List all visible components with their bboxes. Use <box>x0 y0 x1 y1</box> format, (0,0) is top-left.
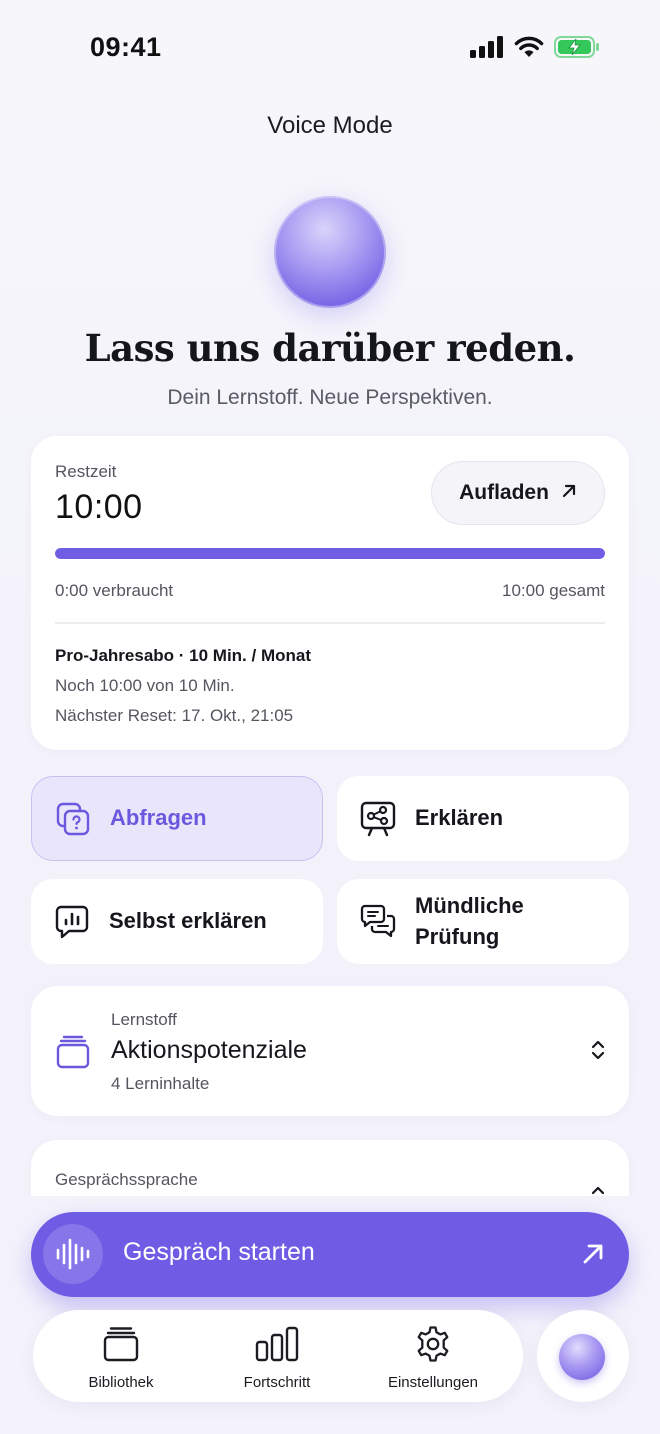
mode-label: Mündliche Prüfung <box>415 891 524 952</box>
tab-label: Bibliothek <box>88 1374 154 1391</box>
material-selector[interactable]: Lernstoff Aktionspotenziale 4 Lerninhalt… <box>31 986 629 1116</box>
material-title: Aktionspotenziale <box>111 1036 307 1064</box>
mode-label-line-2: Prüfung <box>415 923 500 949</box>
voice-orb[interactable] <box>274 196 386 308</box>
gear-icon <box>358 1324 508 1364</box>
progress-bars-icon <box>202 1324 352 1364</box>
total-text: 10:00 gesamt <box>501 581 605 600</box>
stack-icon <box>55 1034 91 1075</box>
presentation-board-icon <box>359 800 397 838</box>
time-progress-bar <box>55 548 605 559</box>
arrow-up-right-icon <box>561 481 577 505</box>
tab-bar: Bibliothek Fortschritt Einstellungen <box>33 1310 523 1402</box>
status-bar: 09:41 <box>0 0 660 96</box>
tab-fortschritt[interactable]: Fortschritt <box>202 1324 352 1391</box>
status-icons <box>470 36 600 63</box>
chevron-up-down-icon <box>589 1038 607 1067</box>
mode-button-erklaeren[interactable]: Erklären <box>337 776 629 861</box>
waveform-icon <box>43 1224 103 1284</box>
hero-headline: Lass uns darüber reden. <box>84 326 576 370</box>
mode-label: Erklären <box>415 805 504 831</box>
remaining-text: Noch 10:00 von 10 Min. <box>55 676 235 695</box>
topup-button[interactable]: Aufladen <box>431 461 605 525</box>
arrow-up-right-icon <box>581 1242 605 1271</box>
mode-label: Abfragen <box>110 805 207 831</box>
wifi-icon <box>514 36 544 63</box>
mode-label: Selbst erklären <box>109 908 267 934</box>
reset-text: Nächster Reset: 17. Okt., 21:05 <box>55 706 294 725</box>
mode-button-selbst-erklaeren[interactable]: Selbst erklären <box>31 879 323 964</box>
material-label: Lernstoff <box>111 1010 177 1029</box>
mode-button-muendliche-pruefung[interactable]: Mündliche Prüfung <box>337 879 629 964</box>
tab-einstellungen[interactable]: Einstellungen <box>358 1324 508 1391</box>
material-count: 4 Lerninhalte <box>111 1074 210 1093</box>
page-title: Voice Mode <box>267 112 393 139</box>
quiz-cards-icon <box>54 800 92 838</box>
voice-orb-small <box>559 1334 605 1380</box>
voice-mode-tab-button[interactable] <box>537 1310 629 1402</box>
library-stack-icon <box>46 1324 196 1364</box>
signal-icon <box>470 36 504 63</box>
start-conversation-button[interactable]: Gespräch starten <box>31 1212 629 1297</box>
start-label: Gespräch starten <box>123 1238 315 1266</box>
remaining-time-card: Restzeit 10:00 Aufladen 0:00 verbraucht … <box>31 436 629 750</box>
time-progress-fill <box>55 548 605 559</box>
speech-chart-icon <box>53 903 91 941</box>
language-label: Gesprächssprache <box>55 1170 198 1189</box>
mode-button-abfragen[interactable]: Abfragen <box>31 776 323 861</box>
rest-value: 10:00 <box>55 488 143 526</box>
plan-text: Pro-Jahresabo · 10 Min. / Monat <box>55 646 311 665</box>
chat-bubbles-icon <box>359 903 397 941</box>
status-time: 09:41 <box>90 32 162 62</box>
divider <box>55 622 605 624</box>
topup-label: Aufladen <box>459 481 549 504</box>
mode-label-line-1: Mündliche <box>415 893 524 919</box>
tab-label: Einstellungen <box>387 1374 479 1391</box>
tab-bibliothek[interactable]: Bibliothek <box>46 1324 196 1391</box>
tab-label: Fortschritt <box>243 1374 311 1391</box>
hero-subline: Dein Lernstoff. Neue Perspektiven. <box>167 386 493 409</box>
battery-charging-icon <box>554 36 600 63</box>
rest-label: Restzeit <box>55 462 117 481</box>
used-text: 0:00 verbraucht <box>55 581 174 600</box>
